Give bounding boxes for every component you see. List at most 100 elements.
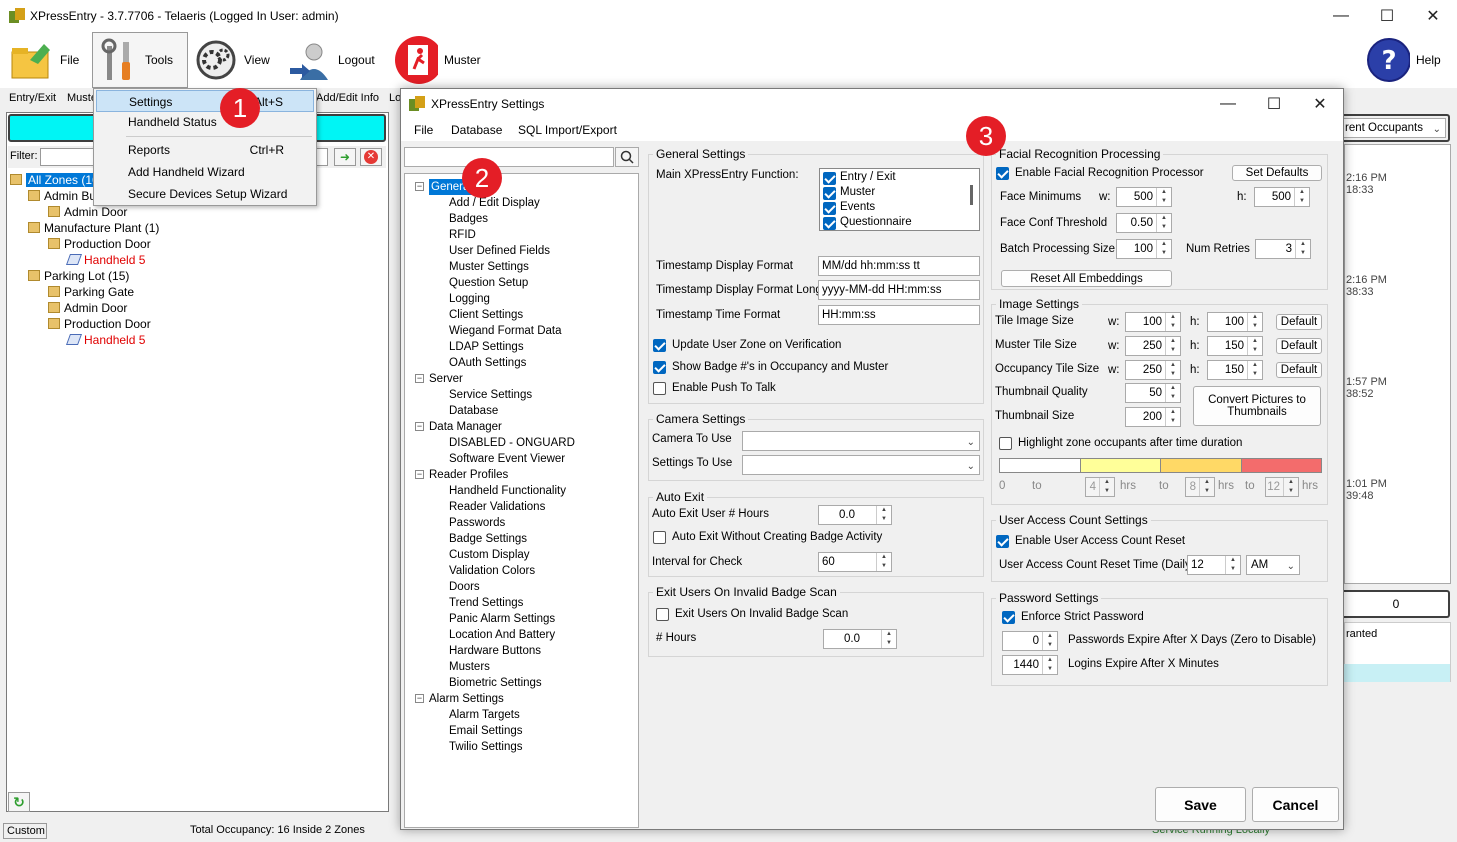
menu-file[interactable]: File <box>414 123 433 137</box>
settings-tree-item[interactable]: LDAP Settings <box>449 339 524 355</box>
settings-tree-item[interactable]: Hardware Buttons <box>449 643 541 659</box>
settings-tree-item[interactable]: Database <box>449 403 498 419</box>
spin-arrows-icon[interactable]: ▲ ▼ <box>1165 408 1180 426</box>
settings-tree-item[interactable]: Data Manager <box>429 419 502 435</box>
function-checkbox[interactable] <box>823 202 836 215</box>
spin-arrows-icon[interactable]: ▲ ▼ <box>1042 632 1057 650</box>
enable-user-access-checkbox[interactable] <box>996 535 1009 548</box>
function-checkbox[interactable] <box>823 172 836 185</box>
spin-arrows-icon[interactable]: ▲ ▼ <box>1156 214 1171 232</box>
image-h-stepper[interactable]: 150 ▲ ▼ <box>1207 360 1263 380</box>
interval-check-stepper[interactable]: 60 ▲ ▼ <box>818 552 892 572</box>
spin-arrows-icon[interactable]: ▲ ▼ <box>1165 384 1180 402</box>
strict-password-checkbox[interactable] <box>1002 611 1015 624</box>
num-retries-stepper[interactable]: 3 ▲ ▼ <box>1255 239 1311 259</box>
settings-tree-item[interactable]: Twilio Settings <box>449 739 523 755</box>
list-scrollbar[interactable] <box>970 185 973 205</box>
menu-item-reports[interactable]: Reports Ctrl+R <box>96 139 314 161</box>
dialog-maximize-button[interactable]: ☐ <box>1251 89 1297 119</box>
settings-tree-item[interactable]: Email Settings <box>449 723 523 739</box>
menu-item-add-handheld-wizard[interactable]: Add Handheld Wizard <box>96 161 314 183</box>
toolbar-file-button[interactable]: File <box>10 32 79 88</box>
settings-tree-item[interactable]: RFID <box>449 227 476 243</box>
menu-sql-import-export[interactable]: SQL Import/Export <box>518 123 617 137</box>
zone-tree-item[interactable]: Production Door <box>48 236 151 252</box>
settings-tree-item[interactable]: Add / Edit Display <box>449 195 540 211</box>
tab-add-edit-info[interactable]: Add/Edit Info <box>316 92 379 104</box>
update-zone-checkbox[interactable] <box>653 339 666 352</box>
enable-facial-checkbox[interactable] <box>996 167 1009 180</box>
spin-arrows-icon[interactable]: ▲ ▼ <box>1165 313 1180 331</box>
spin-arrows-icon[interactable]: ▲ ▼ <box>1294 188 1309 206</box>
settings-tree-item[interactable]: Passwords <box>449 515 505 531</box>
settings-tree-item[interactable]: Muster Settings <box>449 259 529 275</box>
cancel-button[interactable]: Cancel <box>1252 787 1339 822</box>
spin-arrows-icon[interactable]: ▲ ▼ <box>1165 361 1180 379</box>
access-reset-ampm-combo[interactable]: AM ⌄ <box>1246 555 1300 575</box>
face-min-w-stepper[interactable]: 500 ▲ ▼ <box>1116 187 1172 207</box>
tree-collapse-icon[interactable]: − <box>415 182 424 191</box>
toolbar-tools-button[interactable]: Tools <box>92 32 188 88</box>
menu-item-settings[interactable]: Settings Alt+S <box>96 90 314 112</box>
function-checkbox[interactable] <box>823 187 836 200</box>
spin-arrows-icon[interactable]: ▲ ▼ <box>1099 478 1114 496</box>
settings-tree-item[interactable]: User Defined Fields <box>449 243 550 259</box>
image-h-stepper[interactable]: 100 ▲ ▼ <box>1207 312 1263 332</box>
spin-arrows-icon[interactable]: ▲ ▼ <box>1156 188 1171 206</box>
filter-apply-button[interactable]: ➜ <box>334 148 356 166</box>
dialog-close-button[interactable]: ✕ <box>1297 89 1343 119</box>
image-default-button[interactable]: Default <box>1276 362 1322 378</box>
toolbar-view-button[interactable]: View <box>194 32 270 88</box>
occupants-combo[interactable]: rent Occupants ⌄ <box>1340 118 1446 138</box>
settings-tree-item[interactable]: Client Settings <box>449 307 523 323</box>
settings-tree-item[interactable]: Doors <box>449 579 480 595</box>
zone-tree-item[interactable]: Parking Gate <box>48 284 134 300</box>
color-swatch[interactable] <box>1240 459 1321 472</box>
camera-to-use-combo[interactable]: ⌄ <box>742 431 980 451</box>
spin-arrows-icon[interactable]: ▲ ▼ <box>1247 361 1262 379</box>
range-t1-stepper[interactable]: 4 ▲ ▼ <box>1085 477 1115 497</box>
image-w-stepper[interactable]: 250 ▲ ▼ <box>1125 336 1181 356</box>
color-swatch[interactable] <box>1079 459 1160 472</box>
settings-search-input[interactable] <box>404 147 614 167</box>
spin-arrows-icon[interactable]: ▲ ▼ <box>876 553 891 571</box>
show-badge-checkbox[interactable] <box>653 361 666 374</box>
tree-collapse-icon[interactable]: − <box>415 694 424 703</box>
save-button[interactable]: Save <box>1155 787 1246 822</box>
range-t2-stepper[interactable]: 8 ▲ ▼ <box>1185 477 1215 497</box>
batch-size-stepper[interactable]: 100 ▲ ▼ <box>1116 239 1172 259</box>
spin-arrows-icon[interactable]: ▲ ▼ <box>1283 478 1298 496</box>
spin-arrows-icon[interactable]: ▲ ▼ <box>1199 478 1214 496</box>
menu-item-handheld-status[interactable]: Handheld Status <box>96 111 314 133</box>
ts-display-input[interactable]: MM/dd hh:mm:ss tt <box>818 256 980 276</box>
range-t3-stepper[interactable]: 12 ▲ ▼ <box>1265 477 1299 497</box>
access-reset-hour-stepper[interactable]: 12 ▲ ▼ <box>1187 555 1241 575</box>
settings-tree-item[interactable]: Handheld Functionality <box>449 483 566 499</box>
tree-collapse-icon[interactable]: − <box>415 374 424 383</box>
minimize-button[interactable]: — <box>1318 0 1364 32</box>
maximize-button[interactable]: ☐ <box>1364 0 1410 32</box>
toolbar-logout-button[interactable]: Logout <box>288 32 375 88</box>
close-button[interactable]: ✕ <box>1410 0 1456 32</box>
expire-days-stepper[interactable]: 0 ▲ ▼ <box>1002 631 1058 651</box>
help-button[interactable]: ? Help <box>1366 32 1441 88</box>
image-h-stepper[interactable]: 150 ▲ ▼ <box>1207 336 1263 356</box>
reset-embeddings-button[interactable]: Reset All Embeddings <box>1001 270 1172 287</box>
push-talk-checkbox[interactable] <box>653 382 666 395</box>
spin-arrows-icon[interactable]: ▲ ▼ <box>881 630 896 648</box>
invalid-exit-checkbox[interactable] <box>656 608 669 621</box>
spin-arrows-icon[interactable]: ▲ ▼ <box>1156 240 1171 258</box>
set-defaults-button[interactable]: Set Defaults <box>1232 165 1322 181</box>
face-conf-stepper[interactable]: 0.50 ▲ ▼ <box>1116 213 1172 233</box>
menu-database[interactable]: Database <box>451 123 502 137</box>
thumb-quality-stepper[interactable]: 50 ▲ ▼ <box>1125 383 1181 403</box>
zone-tree-item[interactable]: Admin Bui <box>28 188 99 204</box>
settings-tree-item[interactable]: Logging <box>449 291 490 307</box>
settings-tree-item[interactable]: Alarm Targets <box>449 707 520 723</box>
expire-min-stepper[interactable]: 1440 ▲ ▼ <box>1002 655 1058 675</box>
thumb-size-stepper[interactable]: 200 ▲ ▼ <box>1125 407 1181 427</box>
function-checkbox[interactable] <box>823 217 836 230</box>
menu-item-secure-devices-wizard[interactable]: Secure Devices Setup Wizard <box>96 183 314 205</box>
dialog-minimize-button[interactable]: — <box>1205 89 1251 119</box>
settings-tree-item[interactable]: Validation Colors <box>449 563 535 579</box>
